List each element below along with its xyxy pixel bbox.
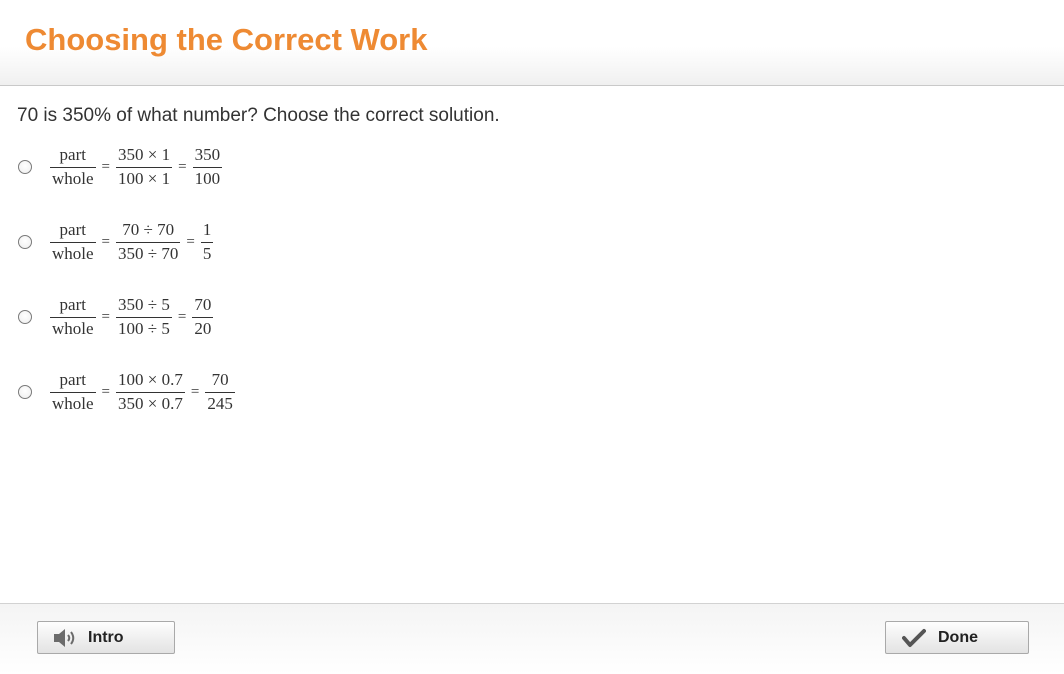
numerator: 350 × 1 (118, 145, 171, 164)
denominator: 100 × 1 (116, 167, 173, 188)
fraction-part-whole: part whole (48, 220, 98, 264)
fraction-work: 350 ÷ 5 100 ÷ 5 (114, 295, 174, 339)
numerator: 70 (194, 295, 212, 314)
equals-sign: = (101, 309, 111, 325)
fraction-result: 1 5 (199, 220, 216, 264)
numerator: 100 × 0.7 (118, 370, 183, 389)
intro-button-label: Intro (88, 628, 124, 646)
fraction-part-whole: part whole (48, 145, 98, 189)
equals-sign: = (101, 384, 111, 400)
answer-option-1[interactable]: part whole = 350 × 1 100 × 1 = 350 100 (18, 142, 224, 192)
denominator: 5 (200, 242, 214, 263)
fraction-result: 70 245 (203, 370, 237, 414)
fraction-part-whole: part whole (48, 370, 98, 414)
speaker-icon (52, 627, 78, 649)
equation: part whole = 350 ÷ 5 100 ÷ 5 = 70 20 (48, 295, 215, 339)
fraction-result: 70 20 (190, 295, 215, 339)
equals-sign: = (177, 309, 187, 325)
denominator: 20 (192, 317, 214, 338)
radio-button[interactable] (18, 310, 32, 324)
fraction-work: 70 ÷ 70 350 ÷ 70 (114, 220, 182, 264)
denominator: whole (50, 242, 96, 263)
radio-button[interactable] (18, 160, 32, 174)
equals-sign: = (101, 234, 111, 250)
numerator: part (59, 370, 86, 389)
answer-option-2[interactable]: part whole = 70 ÷ 70 350 ÷ 70 = 1 5 (18, 217, 215, 267)
denominator: whole (50, 317, 96, 338)
header-bar: Choosing the Correct Work (0, 0, 1064, 86)
checkmark-icon (902, 628, 926, 648)
fraction-result: 350 100 (191, 145, 225, 189)
numerator: part (59, 220, 86, 239)
answer-option-4[interactable]: part whole = 100 × 0.7 350 × 0.7 = 70 24… (18, 367, 237, 417)
radio-button[interactable] (18, 235, 32, 249)
equals-sign: = (190, 384, 200, 400)
denominator: 100 (192, 167, 223, 188)
numerator: 1 (202, 220, 212, 239)
numerator: part (59, 295, 86, 314)
equals-sign: = (101, 159, 111, 175)
question-text: 70 is 350% of what number? Choose the co… (17, 105, 500, 126)
fraction-work: 100 × 0.7 350 × 0.7 (114, 370, 187, 414)
equals-sign: = (178, 159, 187, 175)
done-button[interactable]: Done (885, 621, 1029, 654)
numerator: 350 (194, 145, 221, 164)
done-button-label: Done (938, 628, 978, 646)
denominator: 350 ÷ 70 (116, 242, 181, 263)
denominator: 350 × 0.7 (116, 392, 185, 413)
equals-sign: = (186, 234, 195, 250)
equation: part whole = 70 ÷ 70 350 ÷ 70 = 1 5 (48, 220, 215, 264)
radio-button[interactable] (18, 385, 32, 399)
equation: part whole = 100 × 0.7 350 × 0.7 = 70 24… (48, 370, 237, 414)
fraction-part-whole: part whole (48, 295, 98, 339)
intro-button[interactable]: Intro (37, 621, 175, 654)
numerator: 70 ÷ 70 (122, 220, 175, 239)
footer-bar: Intro Done (0, 603, 1064, 674)
fraction-work: 350 × 1 100 × 1 (114, 145, 174, 189)
page-title: Choosing the Correct Work (25, 22, 428, 57)
denominator: whole (50, 167, 96, 188)
equation: part whole = 350 × 1 100 × 1 = 350 100 (48, 145, 224, 189)
numerator: 70 (211, 370, 229, 389)
denominator: whole (50, 392, 96, 413)
denominator: 245 (205, 392, 235, 413)
numerator: 350 ÷ 5 (118, 295, 170, 314)
denominator: 100 ÷ 5 (116, 317, 172, 338)
answer-option-3[interactable]: part whole = 350 ÷ 5 100 ÷ 5 = 70 20 (18, 292, 215, 342)
numerator: part (59, 145, 86, 164)
